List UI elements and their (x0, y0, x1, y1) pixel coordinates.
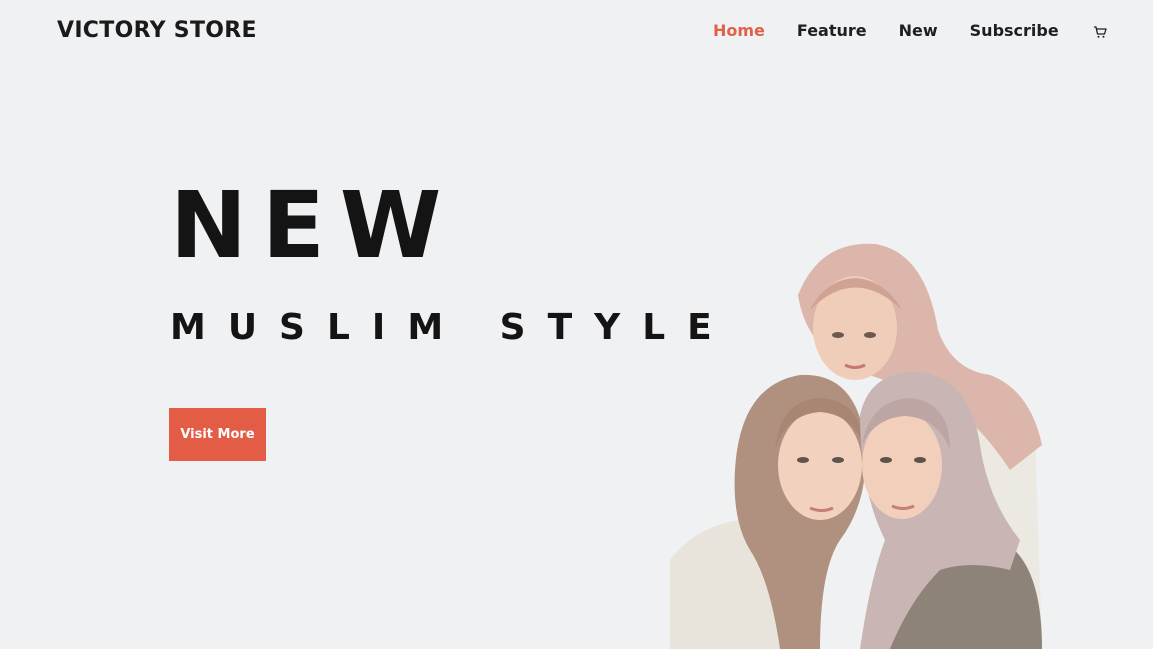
visit-more-button[interactable]: Visit More (169, 408, 266, 461)
main-nav: Home Feature New Subscribe (713, 21, 1107, 40)
hero-title: NEW (170, 172, 457, 279)
cart-icon[interactable] (1093, 24, 1107, 38)
hero-subtitle: MUSLIM STYLE (170, 307, 734, 348)
landing-page: VICTORY STORE Home Feature New Subscribe… (0, 0, 1153, 649)
nav-link-feature[interactable]: Feature (797, 21, 867, 40)
nav-link-new[interactable]: New (899, 21, 938, 40)
brand-logo[interactable]: VICTORY STORE (57, 18, 257, 43)
nav-link-subscribe[interactable]: Subscribe (970, 21, 1059, 40)
nav-link-home[interactable]: Home (713, 21, 765, 40)
hero-photo (670, 240, 1042, 649)
